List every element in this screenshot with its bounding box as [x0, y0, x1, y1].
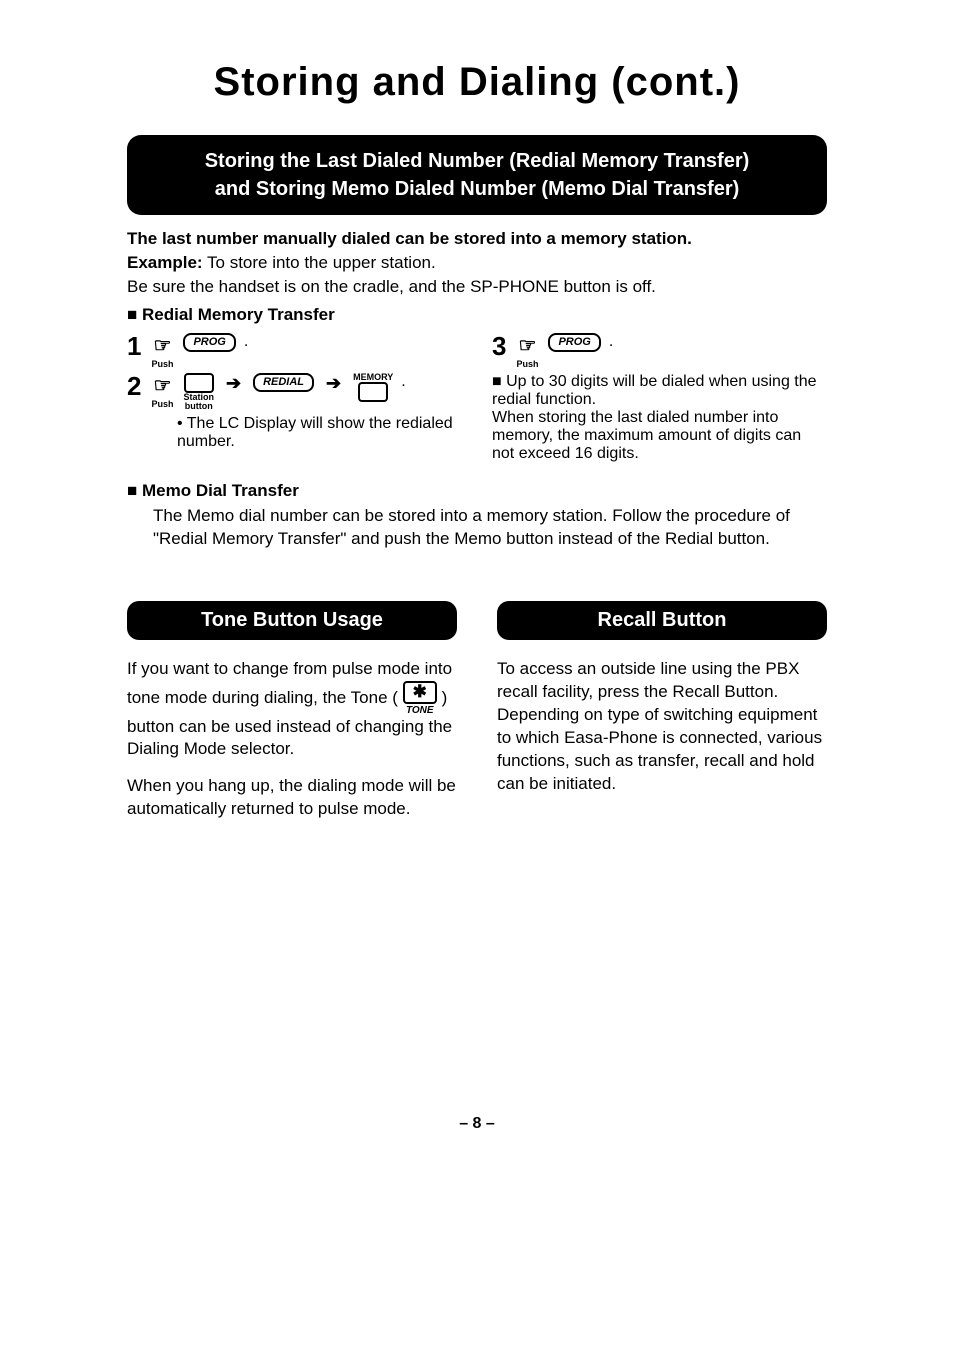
tone-p2: When you hang up, the dialing mode will … — [127, 775, 457, 821]
tone-star-stack: ✱ TONE — [403, 681, 437, 716]
redial-button: REDIAL — [253, 373, 314, 392]
heading-tone: Tone Button Usage — [127, 601, 457, 640]
banner-line1: Storing the Last Dialed Number (Redial M… — [147, 147, 807, 175]
page-title: Storing and Dialing (cont.) — [127, 60, 827, 105]
memory-button-icon — [358, 382, 388, 402]
push-label: Push — [151, 359, 173, 369]
heading-memo-dial: Memo Dial Transfer — [127, 481, 827, 501]
arrow-icon: ➔ — [326, 373, 341, 394]
section-banner-storing: Storing the Last Dialed Number (Redial M… — [127, 135, 827, 215]
digits-note: Up to 30 digits will be dialed when usin… — [492, 373, 827, 463]
memory-button-stack: MEMORY — [353, 373, 393, 402]
prog-button: PROG — [183, 333, 235, 352]
tone-p1: If you want to change from pulse mode in… — [127, 658, 457, 762]
memo-dial-text: The Memo dial number can be stored into … — [153, 505, 827, 551]
period: . — [244, 333, 248, 351]
star-button: ✱ — [403, 681, 437, 704]
heading-recall: Recall Button — [497, 601, 827, 640]
push-label: Push — [516, 359, 538, 369]
push-icon-2: ☞ Push — [149, 373, 175, 409]
step-3-number: 3 — [492, 333, 506, 359]
push-icon-1: ☞ Push — [149, 333, 175, 369]
recall-section: Recall Button To access an outside line … — [497, 601, 827, 835]
intro-block: The last number manually dialed can be s… — [127, 229, 827, 297]
tone-section: Tone Button Usage If you want to change … — [127, 601, 457, 835]
heading-redial-memory: Redial Memory Transfer — [127, 305, 827, 325]
step-2-number: 2 — [127, 373, 141, 399]
period: . — [401, 373, 405, 391]
page: Storing and Dialing (cont.) Storing the … — [67, 0, 887, 1193]
tone-label: TONE — [406, 706, 434, 716]
lower-sections: Tone Button Usage If you want to change … — [127, 601, 827, 835]
step-3: 3 ☞ Push PROG . — [492, 333, 827, 369]
finger-push-icon: ☞ — [149, 373, 175, 399]
push-label: Push — [151, 399, 173, 409]
redial-right: 3 ☞ Push PROG . Up to 30 digits will be … — [492, 329, 827, 473]
period: . — [609, 333, 613, 351]
step-2: 2 ☞ Push Station button ➔ REDIAL ➔ MEMOR… — [127, 373, 462, 411]
intro-line1: The last number manually dialed can be s… — [127, 229, 827, 249]
redial-left: 1 ☞ Push PROG . 2 ☞ Push Station butto — [127, 329, 462, 473]
lc-display-note: The LC Display will show the redialed nu… — [177, 415, 462, 451]
step-1-number: 1 — [127, 333, 141, 359]
redial-columns: 1 ☞ Push PROG . 2 ☞ Push Station butto — [127, 329, 827, 473]
prog-button: PROG — [548, 333, 600, 352]
finger-push-icon: ☞ — [149, 333, 175, 359]
push-icon-3: ☞ Push — [514, 333, 540, 369]
button-label: button — [185, 402, 213, 411]
step-1: 1 ☞ Push PROG . — [127, 333, 462, 369]
station-button-stack: Station button — [183, 373, 214, 411]
memory-label: MEMORY — [353, 373, 393, 382]
tone-body: If you want to change from pulse mode in… — [127, 658, 457, 821]
intro-example: Example: To store into the upper station… — [127, 253, 827, 273]
page-number: – 8 – — [127, 1115, 827, 1133]
station-button-icon — [184, 373, 214, 393]
recall-p1: To access an outside line using the PBX … — [497, 658, 827, 796]
banner-line2: and Storing Memo Dialed Number (Memo Dia… — [147, 175, 807, 203]
example-text: To store into the upper station. — [203, 253, 436, 272]
recall-body: To access an outside line using the PBX … — [497, 658, 827, 796]
arrow-icon: ➔ — [226, 373, 241, 394]
intro-line3: Be sure the handset is on the cradle, an… — [127, 277, 827, 297]
finger-push-icon: ☞ — [514, 333, 540, 359]
example-label: Example: — [127, 253, 203, 272]
